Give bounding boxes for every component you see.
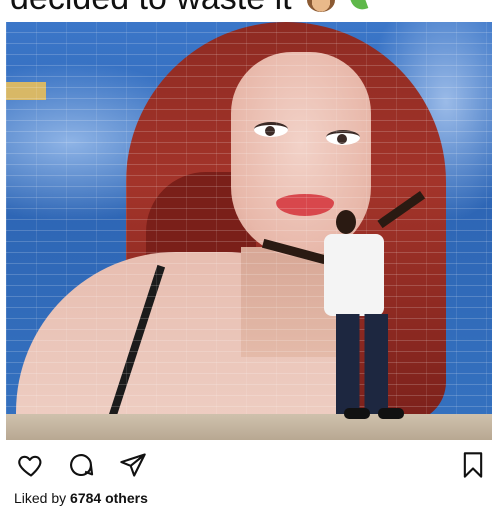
likes-summary[interactable]: Liked by 6784 others bbox=[14, 488, 148, 508]
post-caption: decided to waste it bbox=[10, 0, 490, 18]
leaf-icon bbox=[347, 0, 368, 13]
send-icon bbox=[120, 453, 146, 477]
person-head bbox=[336, 210, 356, 234]
comment-button[interactable] bbox=[66, 450, 96, 480]
see-no-evil-monkey-icon bbox=[307, 0, 336, 13]
ground bbox=[6, 414, 492, 440]
brick-texture bbox=[6, 22, 492, 440]
like-button[interactable] bbox=[16, 450, 46, 480]
person-shirt bbox=[324, 234, 384, 316]
caption-text: decided to waste it bbox=[10, 0, 292, 17]
post-photo[interactable] bbox=[6, 22, 492, 440]
likes-prefix: Liked by bbox=[14, 490, 71, 506]
save-button[interactable] bbox=[458, 450, 488, 480]
share-button[interactable] bbox=[118, 450, 148, 480]
likes-count[interactable]: 6784 others bbox=[70, 490, 148, 506]
comment-icon bbox=[70, 454, 94, 477]
person-shoe-right bbox=[378, 408, 404, 419]
post-action-bar bbox=[0, 446, 500, 482]
bookmark-icon bbox=[463, 452, 483, 478]
person-legs bbox=[336, 314, 388, 414]
heart-icon bbox=[18, 455, 42, 477]
person-shoe-left bbox=[344, 408, 370, 419]
